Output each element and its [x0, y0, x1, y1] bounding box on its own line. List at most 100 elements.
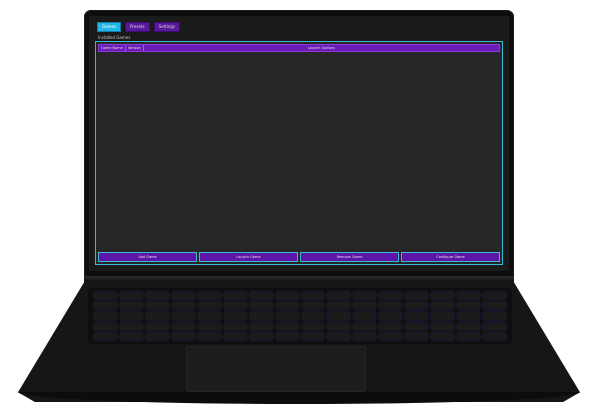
keyboard-key: [379, 302, 403, 310]
tab-settings[interactable]: Settings: [153, 22, 180, 32]
keyboard-key: [275, 292, 299, 300]
games-panel: Game Name Version Launch Options Add Gam…: [95, 41, 503, 265]
laptop-base-edge: [18, 392, 580, 404]
keyboard-key: [119, 322, 143, 330]
keyboard-key: [171, 332, 195, 340]
keyboard-key: [301, 302, 325, 310]
keyboard-key: [119, 312, 143, 320]
keyboard-key: [327, 292, 351, 300]
keyboard-key: [171, 302, 195, 310]
touchpad: [186, 346, 366, 392]
keyboard-key: [457, 322, 481, 330]
keyboard-key: [353, 322, 377, 330]
keyboard-key: [171, 322, 195, 330]
laptop-screen: Games Presets Settings Installed Games G…: [89, 16, 509, 271]
keyboard-key: [275, 322, 299, 330]
keyboard-key: [223, 292, 247, 300]
keyboard-key: [301, 292, 325, 300]
keyboard-key: [197, 292, 221, 300]
keyboard-key: [223, 332, 247, 340]
keyboard-key: [457, 302, 481, 310]
keyboard-key: [275, 312, 299, 320]
keyboard-key: [379, 322, 403, 330]
keyboard-key: [301, 332, 325, 340]
table-header-row: Game Name Version Launch Options: [98, 44, 500, 52]
keyboard-key: [483, 312, 506, 320]
keyboard-key: [353, 302, 377, 310]
laptop-device: Games Presets Settings Installed Games G…: [0, 0, 598, 417]
keyboard-key: [94, 312, 117, 320]
keyboard-key: [223, 302, 247, 310]
keyboard-key: [405, 292, 429, 300]
keyboard-key: [249, 312, 273, 320]
game-launcher-app: Games Presets Settings Installed Games G…: [89, 16, 509, 271]
keyboard-key: [94, 302, 117, 310]
keyboard-key: [249, 322, 273, 330]
keyboard-key: [197, 312, 221, 320]
keyboard-key: [431, 292, 455, 300]
keyboard-key: [94, 322, 117, 330]
keyboard-key: [483, 302, 506, 310]
keyboard-key: [275, 332, 299, 340]
games-list[interactable]: [98, 53, 500, 250]
keyboard-key: [145, 322, 169, 330]
keyboard-key: [457, 292, 481, 300]
column-header-version[interactable]: Version: [126, 45, 144, 51]
keyboard-key: [249, 302, 273, 310]
configure-game-button[interactable]: Configure Game: [401, 252, 500, 262]
keyboard-key: [457, 312, 481, 320]
keyboard-key: [431, 312, 455, 320]
keyboard-key: [145, 292, 169, 300]
keyboard-key: [145, 332, 169, 340]
keyboard-key: [249, 292, 273, 300]
keyboard-key: [223, 322, 247, 330]
keyboard-key: [223, 312, 247, 320]
keyboard-key: [483, 332, 506, 340]
keyboard-key: [145, 312, 169, 320]
column-header-game-name[interactable]: Game Name: [99, 45, 126, 51]
keyboard-key: [327, 322, 351, 330]
keyboard-key: [405, 332, 429, 340]
keyboard-key: [431, 332, 455, 340]
keyboard-key: [379, 332, 403, 340]
keyboard-key: [275, 302, 299, 310]
keyboard-key: [119, 292, 143, 300]
keyboard-key: [483, 292, 506, 300]
keyboard-key: [197, 302, 221, 310]
keyboard-key: [301, 312, 325, 320]
keyboard-key: [327, 302, 351, 310]
tab-bar: Games Presets Settings: [97, 22, 505, 32]
column-header-launch-options[interactable]: Launch Options: [144, 45, 499, 51]
keyboard-key: [379, 292, 403, 300]
remove-game-button[interactable]: Remove Game: [300, 252, 399, 262]
keyboard-key: [197, 332, 221, 340]
keyboard-key: [145, 302, 169, 310]
launch-game-button[interactable]: Launch Game: [199, 252, 298, 262]
keyboard-key: [353, 312, 377, 320]
keyboard-key: [171, 312, 195, 320]
keyboard-key: [327, 312, 351, 320]
keyboard-key: [327, 332, 351, 340]
keyboard-key: [171, 292, 195, 300]
keyboard-key: [249, 332, 273, 340]
keyboard-key: [405, 302, 429, 310]
keyboard-key: [353, 332, 377, 340]
keyboard-key: [405, 312, 429, 320]
keyboard-key: [301, 322, 325, 330]
keyboard-key: [483, 322, 506, 330]
action-button-row: Add Game Launch Game Remove Game Configu…: [98, 252, 500, 262]
keyboard-key: [197, 322, 221, 330]
keyboard-key: [94, 332, 117, 340]
keyboard-key: [119, 302, 143, 310]
keyboard-key: [431, 322, 455, 330]
tab-games[interactable]: Games: [97, 22, 121, 32]
keyboard-key: [94, 292, 117, 300]
keyboard-key: [457, 332, 481, 340]
keyboard-key: [379, 312, 403, 320]
keyboard-key: [431, 302, 455, 310]
keyboard-key: [405, 322, 429, 330]
add-game-button[interactable]: Add Game: [98, 252, 197, 262]
keyboard: [88, 288, 512, 344]
tab-presets[interactable]: Presets: [125, 22, 150, 32]
keyboard-key: [353, 292, 377, 300]
